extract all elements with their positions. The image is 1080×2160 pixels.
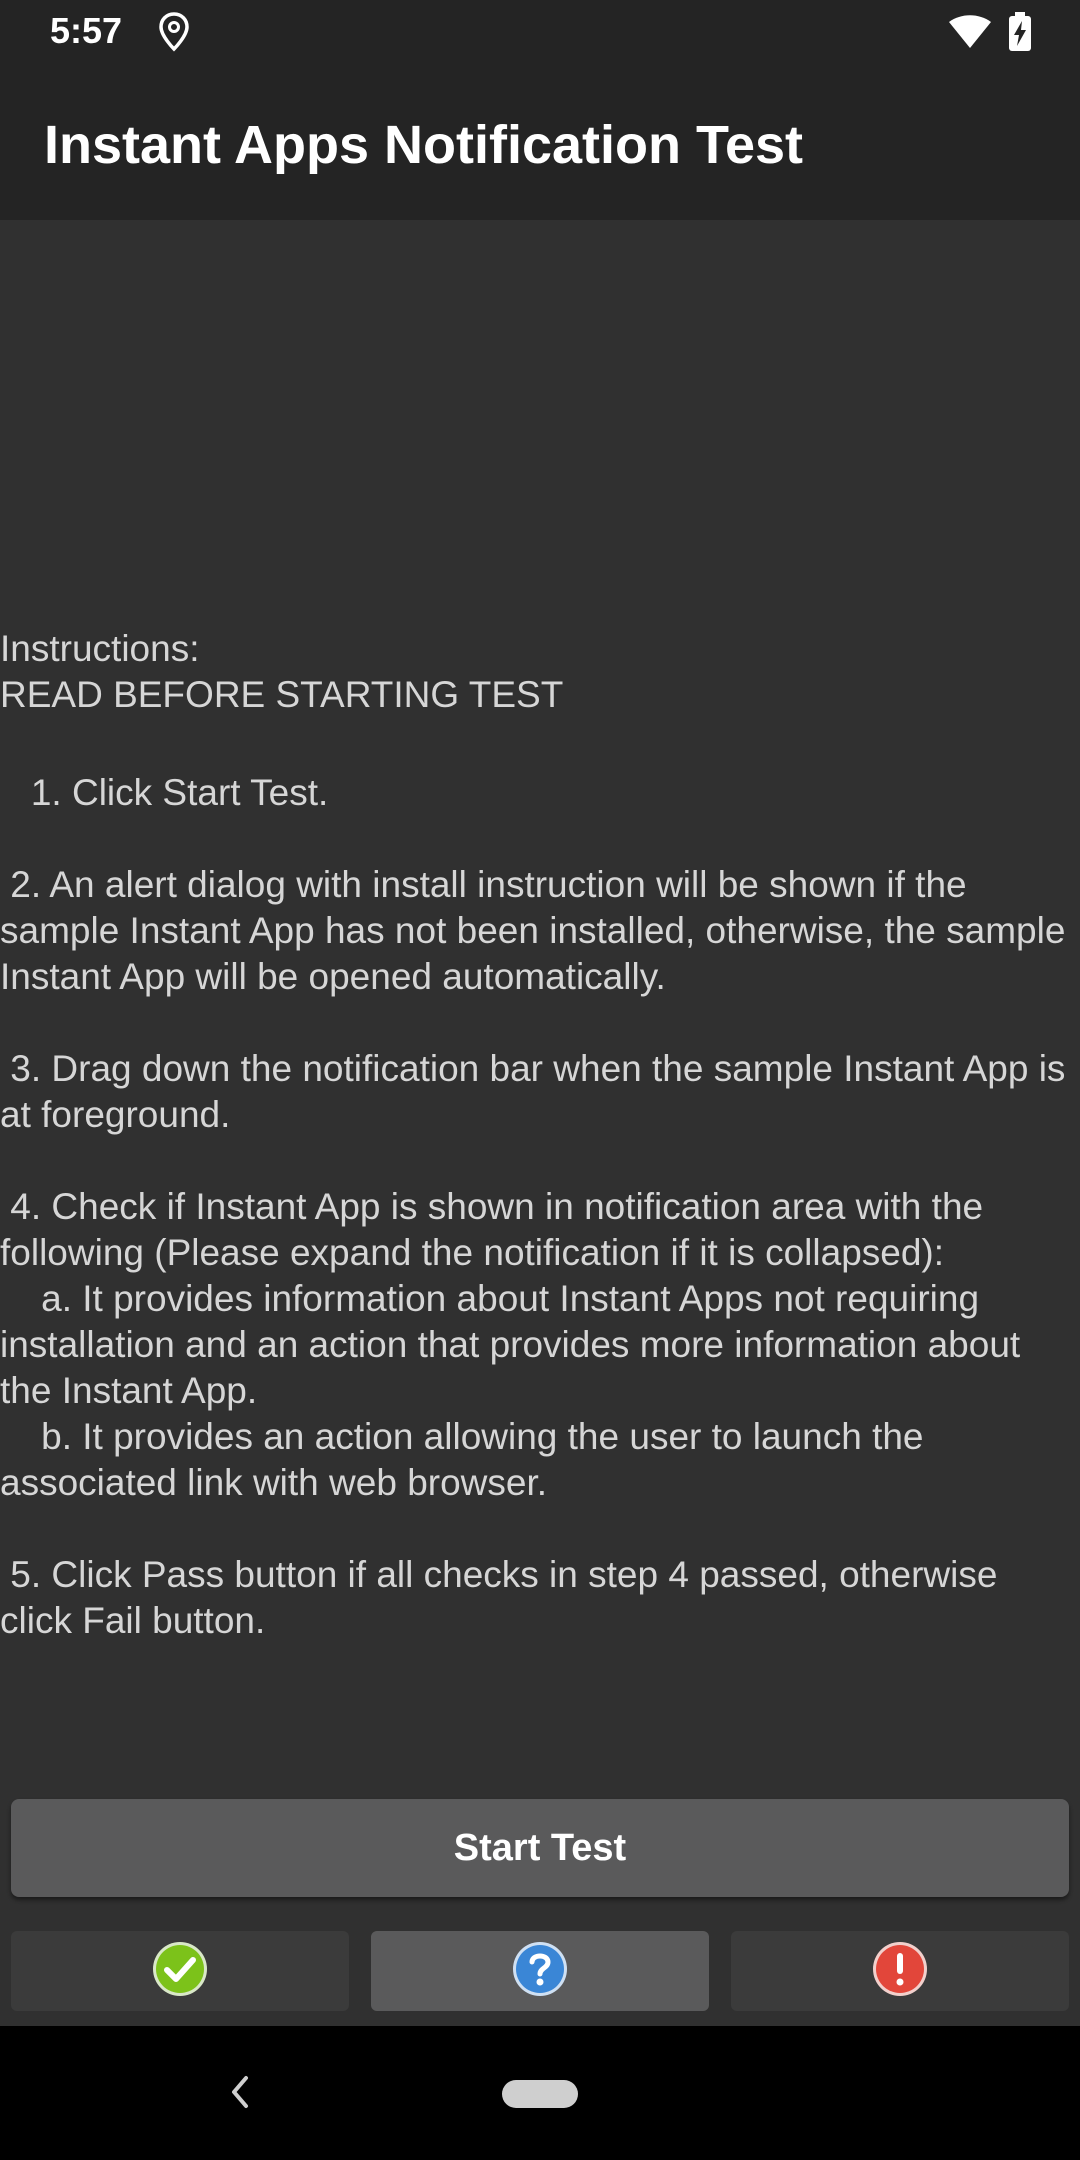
exclamation-circle-icon [871, 1940, 929, 2003]
instructions-text: Instructions: READ BEFORE STARTING TEST … [0, 534, 1070, 1644]
start-test-label: Start Test [453, 1826, 627, 1869]
location-icon [158, 12, 190, 57]
app-bar: Instant Apps Notification Test [0, 66, 1080, 220]
start-test-button[interactable]: Start Test [11, 1799, 1069, 1897]
status-bar: 5:57 [0, 0, 1080, 66]
page-title: Instant Apps Notification Test [44, 115, 804, 175]
check-circle-icon [151, 1940, 209, 2003]
fail-button[interactable] [731, 1931, 1069, 2011]
info-button[interactable] [371, 1931, 709, 2011]
instructions-body: 1. Click Start Test. 2. An alert dialog … [0, 772, 1066, 1641]
wifi-icon [948, 14, 992, 55]
navigation-bar [0, 2026, 1080, 2160]
home-pill-icon[interactable] [502, 2080, 578, 2108]
question-circle-icon [511, 1940, 569, 2003]
instructions-heading: Instructions: READ BEFORE STARTING TEST [0, 628, 564, 715]
back-icon[interactable] [222, 2072, 258, 2117]
pass-button[interactable] [11, 1931, 349, 2011]
battery-charging-icon [1008, 12, 1032, 57]
status-time: 5:57 [50, 10, 123, 51]
